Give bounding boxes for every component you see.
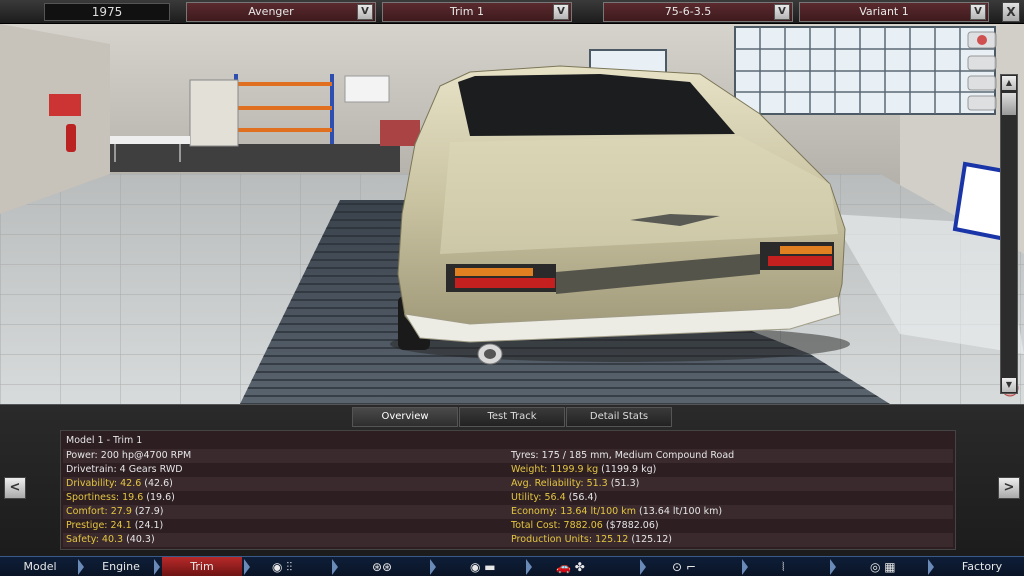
panel-tabs: Overview Test Track Detail Stats (352, 407, 673, 427)
chevron-right-icon (742, 559, 748, 575)
chevron-right-icon (430, 559, 436, 575)
stat-reliability-prev: (51.3) (607, 478, 640, 489)
stat-weight-value: Weight: 1199.9 kg (511, 464, 599, 475)
test-icon[interactable]: ◎ ▦ (870, 560, 896, 574)
chevron-down-icon[interactable]: V (970, 4, 986, 20)
chevron-right-icon (928, 559, 934, 575)
stat-sportiness: Sportiness: 19.6 (19.6) (66, 491, 175, 505)
close-button[interactable]: X (1002, 2, 1020, 22)
stat-row (63, 505, 953, 519)
stat-safety-value: Safety: 40.3 (66, 534, 124, 545)
chevron-right-icon (830, 559, 836, 575)
top-toolbar: 1975 Avenger V Trim 1 V 75-6-3.5 V Varia… (0, 0, 1024, 24)
chevron-right-icon (526, 559, 532, 575)
zoom-scrollbar[interactable]: ▲ ▼ (1000, 74, 1018, 394)
stat-comfort: Comfort: 27.9 (27.9) (66, 505, 163, 519)
body-icon[interactable]: ◉ ▬ (470, 560, 496, 574)
engine-dropdown[interactable]: 75-6-3.5 V (603, 2, 793, 22)
nav-factory[interactable]: Factory (940, 557, 1024, 576)
chevron-right-icon (154, 559, 160, 575)
chassis-icon[interactable]: ◉ ⫶⫶ (272, 560, 292, 574)
app-root: 1975 Avenger V Trim 1 V 75-6-3.5 V Varia… (0, 0, 1024, 576)
scroll-down-icon[interactable]: ▼ (1002, 378, 1016, 392)
nav-model[interactable]: Model (0, 557, 80, 576)
chevron-down-icon[interactable]: V (553, 4, 569, 20)
chevron-right-icon (244, 559, 250, 575)
stat-weight-prev: (1199.9 kg) (598, 464, 657, 475)
stat-utility-value: Utility: 56.4 (511, 492, 566, 503)
stat-safety-prev: (40.3) (123, 534, 155, 545)
car-3d-viewport[interactable]: ▲ ▼ (0, 24, 1024, 404)
wheels-icon[interactable]: ⊛⊛ (372, 560, 392, 574)
stat-economy-value: Economy: 13.64 lt/100 km (511, 506, 636, 517)
stat-production-units: Production Units: 125.12 (125.12) (511, 533, 672, 547)
suspension-icon[interactable]: ⦚ (782, 560, 785, 574)
stat-total-cost-prev: ($7882.06) (602, 520, 659, 531)
bottom-navigation: Model Engine Trim ◉ ⫶⫶ ⊛⊛ ◉ ▬ 🚗 ✤ ⊙ ⌐ ⦚ … (0, 556, 1024, 576)
steering-icon[interactable]: ⊙ ⌐ (672, 560, 696, 574)
stat-drivability-prev: (42.6) (141, 478, 173, 489)
chevron-down-icon[interactable]: V (357, 4, 373, 20)
stat-drivetrain: Drivetrain: 4 Gears RWD (66, 464, 183, 475)
chevron-right-icon (78, 559, 84, 575)
variant-dropdown[interactable]: Variant 1 V (799, 2, 989, 22)
stat-economy: Economy: 13.64 lt/100 km (13.64 lt/100 k… (511, 505, 722, 519)
stat-utility: Utility: 56.4 (56.4) (511, 491, 597, 505)
stat-row (63, 449, 953, 463)
stat-safety: Safety: 40.3 (40.3) (66, 533, 155, 547)
tab-overview[interactable]: Overview (352, 407, 458, 427)
year-field[interactable]: 1975 (44, 3, 170, 21)
tab-test-track[interactable]: Test Track (459, 407, 565, 427)
trim-dropdown-label: Trim 1 (450, 5, 484, 18)
car-icon[interactable]: 🚗 ✤ (556, 560, 585, 574)
stat-prestige: Prestige: 24.1 (24.1) (66, 519, 163, 533)
chevron-right-icon (332, 559, 338, 575)
garage-scene (0, 24, 1024, 404)
prev-button[interactable]: < (4, 477, 26, 499)
stats-panel: Overview Test Track Detail Stats < > Mod… (0, 404, 1024, 556)
next-button[interactable]: > (998, 477, 1020, 499)
stat-row (63, 477, 953, 491)
stat-comfort-value: Comfort: 27.9 (66, 506, 132, 517)
stat-reliability-value: Avg. Reliability: 51.3 (511, 478, 608, 489)
stat-drivability: Drivability: 42.6 (42.6) (66, 477, 173, 491)
stat-drivability-value: Drivability: 42.6 (66, 478, 142, 489)
chevron-down-icon[interactable]: V (774, 4, 790, 20)
stat-tyres: Tyres: 175 / 185 mm, Medium Compound Roa… (511, 450, 735, 461)
stat-title: Model 1 - Trim 1 (66, 435, 143, 446)
scroll-thumb[interactable] (1002, 93, 1016, 115)
model-dropdown-label: Avenger (248, 5, 294, 18)
stat-utility-prev: (56.4) (565, 492, 598, 503)
stat-comfort-prev: (27.9) (131, 506, 164, 517)
model-dropdown[interactable]: Avenger V (186, 2, 376, 22)
stat-power: Power: 200 hp@4700 RPM (66, 450, 192, 461)
stat-total-cost-value: Total Cost: 7882.06 (511, 520, 603, 531)
stat-row (63, 533, 953, 547)
stat-production-units-prev: (125.12) (628, 534, 672, 545)
trim-dropdown[interactable]: Trim 1 V (382, 2, 572, 22)
stat-production-units-value: Production Units: 125.12 (511, 534, 629, 545)
fire-extinguisher-sign (49, 94, 81, 116)
nav-trim[interactable]: Trim (162, 557, 242, 576)
variant-dropdown-label: Variant 1 (859, 5, 909, 18)
scroll-up-icon[interactable]: ▲ (1002, 76, 1016, 90)
tab-detail-stats[interactable]: Detail Stats (566, 407, 672, 427)
stat-prestige-prev: (24.1) (131, 520, 164, 531)
stat-sportiness-value: Sportiness: 19.6 (66, 492, 144, 503)
nav-engine[interactable]: Engine (86, 557, 156, 576)
stat-total-cost: Total Cost: 7882.06 ($7882.06) (511, 519, 659, 533)
chevron-right-icon (640, 559, 646, 575)
stats-table: Model 1 - Trim 1 Power: 200 hp@4700 RPM … (60, 430, 956, 550)
stat-reliability: Avg. Reliability: 51.3 (51.3) (511, 477, 639, 491)
stat-prestige-value: Prestige: 24.1 (66, 520, 132, 531)
stat-weight: Weight: 1199.9 kg (1199.9 kg) (511, 463, 656, 477)
stat-sportiness-prev: (19.6) (143, 492, 175, 503)
engine-dropdown-label: 75-6-3.5 (664, 5, 712, 18)
stat-economy-prev: (13.64 lt/100 km) (635, 506, 723, 517)
